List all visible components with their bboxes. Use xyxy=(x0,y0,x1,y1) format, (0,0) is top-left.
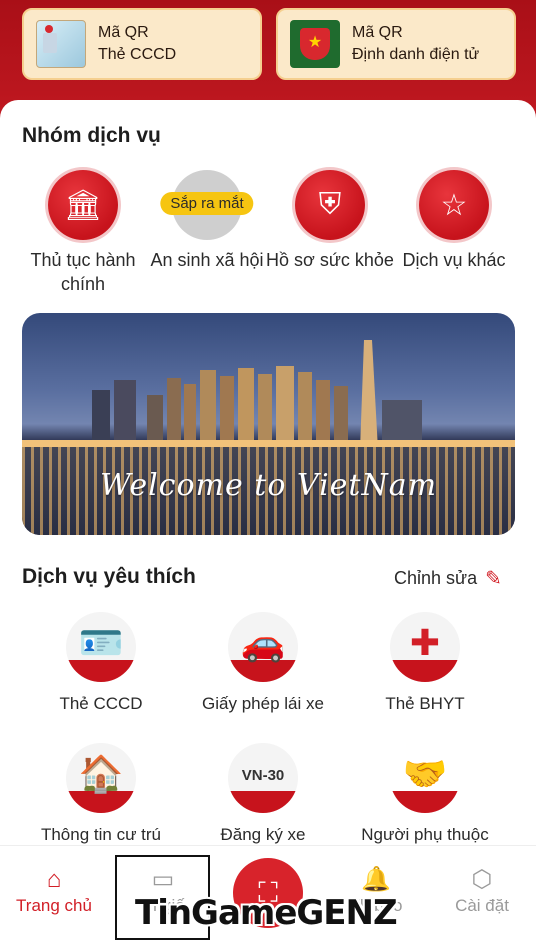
service-group-title: Nhóm dịch vụ xyxy=(22,124,161,147)
service-label: Hồ sơ sức khỏe xyxy=(266,250,394,270)
service-label: An sinh xã hội xyxy=(150,250,264,270)
residence-icon: 🏠 xyxy=(66,743,136,813)
settings-hexagon-icon: ⬡ xyxy=(471,866,493,893)
favorite-label: Giấy phép lái xe xyxy=(202,694,324,713)
favorite-label: Đăng ký xe xyxy=(220,825,306,844)
id-card-icon: 🪪 xyxy=(66,612,136,682)
qr-digital-id-card[interactable]: ★ Mã QR Định danh điện tử xyxy=(276,8,516,80)
nav-settings-label: Cài đặt xyxy=(455,896,509,915)
favorites-title: Dịch vụ yêu thích xyxy=(22,565,196,588)
service-label: Dịch vụ khác xyxy=(402,250,506,270)
health-insurance-icon: ✚ xyxy=(390,612,460,682)
coming-soon-badge: Sắp ra mắt xyxy=(160,192,254,215)
police-emblem-icon: ★ xyxy=(290,20,340,68)
favorite-vehicle-registration[interactable]: VN-30 Đăng ký xe xyxy=(178,743,348,845)
id-card-thumbnail-icon xyxy=(36,20,86,68)
vehicle-plate-icon: VN-30 xyxy=(228,743,298,813)
favorite-dependents[interactable]: 🤝 Người phụ thuộc xyxy=(340,743,510,845)
car-license-icon: 🚗 xyxy=(228,612,298,682)
nav-home-label: Trang chủ xyxy=(16,896,92,915)
qr-cccd-line2: Thẻ CCCD xyxy=(98,46,177,63)
service-label: Thủ tục hành chính xyxy=(30,250,136,294)
favorite-residence[interactable]: 🏠 Thông tin cư trú xyxy=(16,743,186,845)
dependents-icon: 🤝 xyxy=(390,743,460,813)
city-skyline-image xyxy=(22,340,515,450)
welcome-banner[interactable]: Welcome to VietNam xyxy=(22,313,515,535)
qr-cccd-card[interactable]: Mã QR Thẻ CCCD xyxy=(22,8,262,80)
nav-home[interactable]: ⌂ Trang chủ xyxy=(4,864,104,916)
favorite-cccd[interactable]: 🪪 Thẻ CCCD xyxy=(16,612,186,714)
favorite-label: Thông tin cư trú xyxy=(40,825,162,844)
nav-settings[interactable]: ⬡ Cài đặt xyxy=(432,864,532,916)
watermark-text: TinGameGENZ xyxy=(135,893,398,933)
favorite-health-insurance[interactable]: ✚ Thẻ BHYT xyxy=(340,612,510,714)
qr-cccd-line1: Mã QR xyxy=(98,24,149,41)
favorite-label: Thẻ CCCD xyxy=(59,694,143,713)
service-social-security[interactable]: Sắp ra mắt An sinh xã hội xyxy=(142,170,272,272)
service-admin-procedures[interactable]: 🏛 Thủ tục hành chính xyxy=(18,170,148,296)
edit-favorites-link[interactable]: Chỉnh sửa ✎ xyxy=(394,566,502,591)
favorite-label: Thẻ BHYT xyxy=(385,694,465,713)
plate-text: VN-30 xyxy=(241,767,285,784)
qr-digital-id-line2: Định danh điện tử xyxy=(352,46,480,63)
star-podium-icon: ☆ xyxy=(419,170,489,240)
health-shield-icon: ⛨ xyxy=(295,170,365,240)
watermark: TinGameGENZ xyxy=(115,855,415,940)
service-health-record[interactable]: ⛨ Hồ sơ sức khỏe xyxy=(265,170,395,272)
government-building-icon: 🏛 xyxy=(48,170,118,240)
favorite-driving-license[interactable]: 🚗 Giấy phép lái xe xyxy=(178,612,348,714)
edit-label: Chỉnh sửa xyxy=(394,568,478,588)
banner-welcome-text: Welcome to VietNam xyxy=(99,468,438,503)
pencil-icon: ✎ xyxy=(485,568,502,590)
favorite-label: Người phụ thuộc xyxy=(361,825,489,844)
home-icon: ⌂ xyxy=(46,866,62,893)
service-other[interactable]: ☆ Dịch vụ khác xyxy=(389,170,519,272)
qr-digital-id-line1: Mã QR xyxy=(352,24,403,41)
